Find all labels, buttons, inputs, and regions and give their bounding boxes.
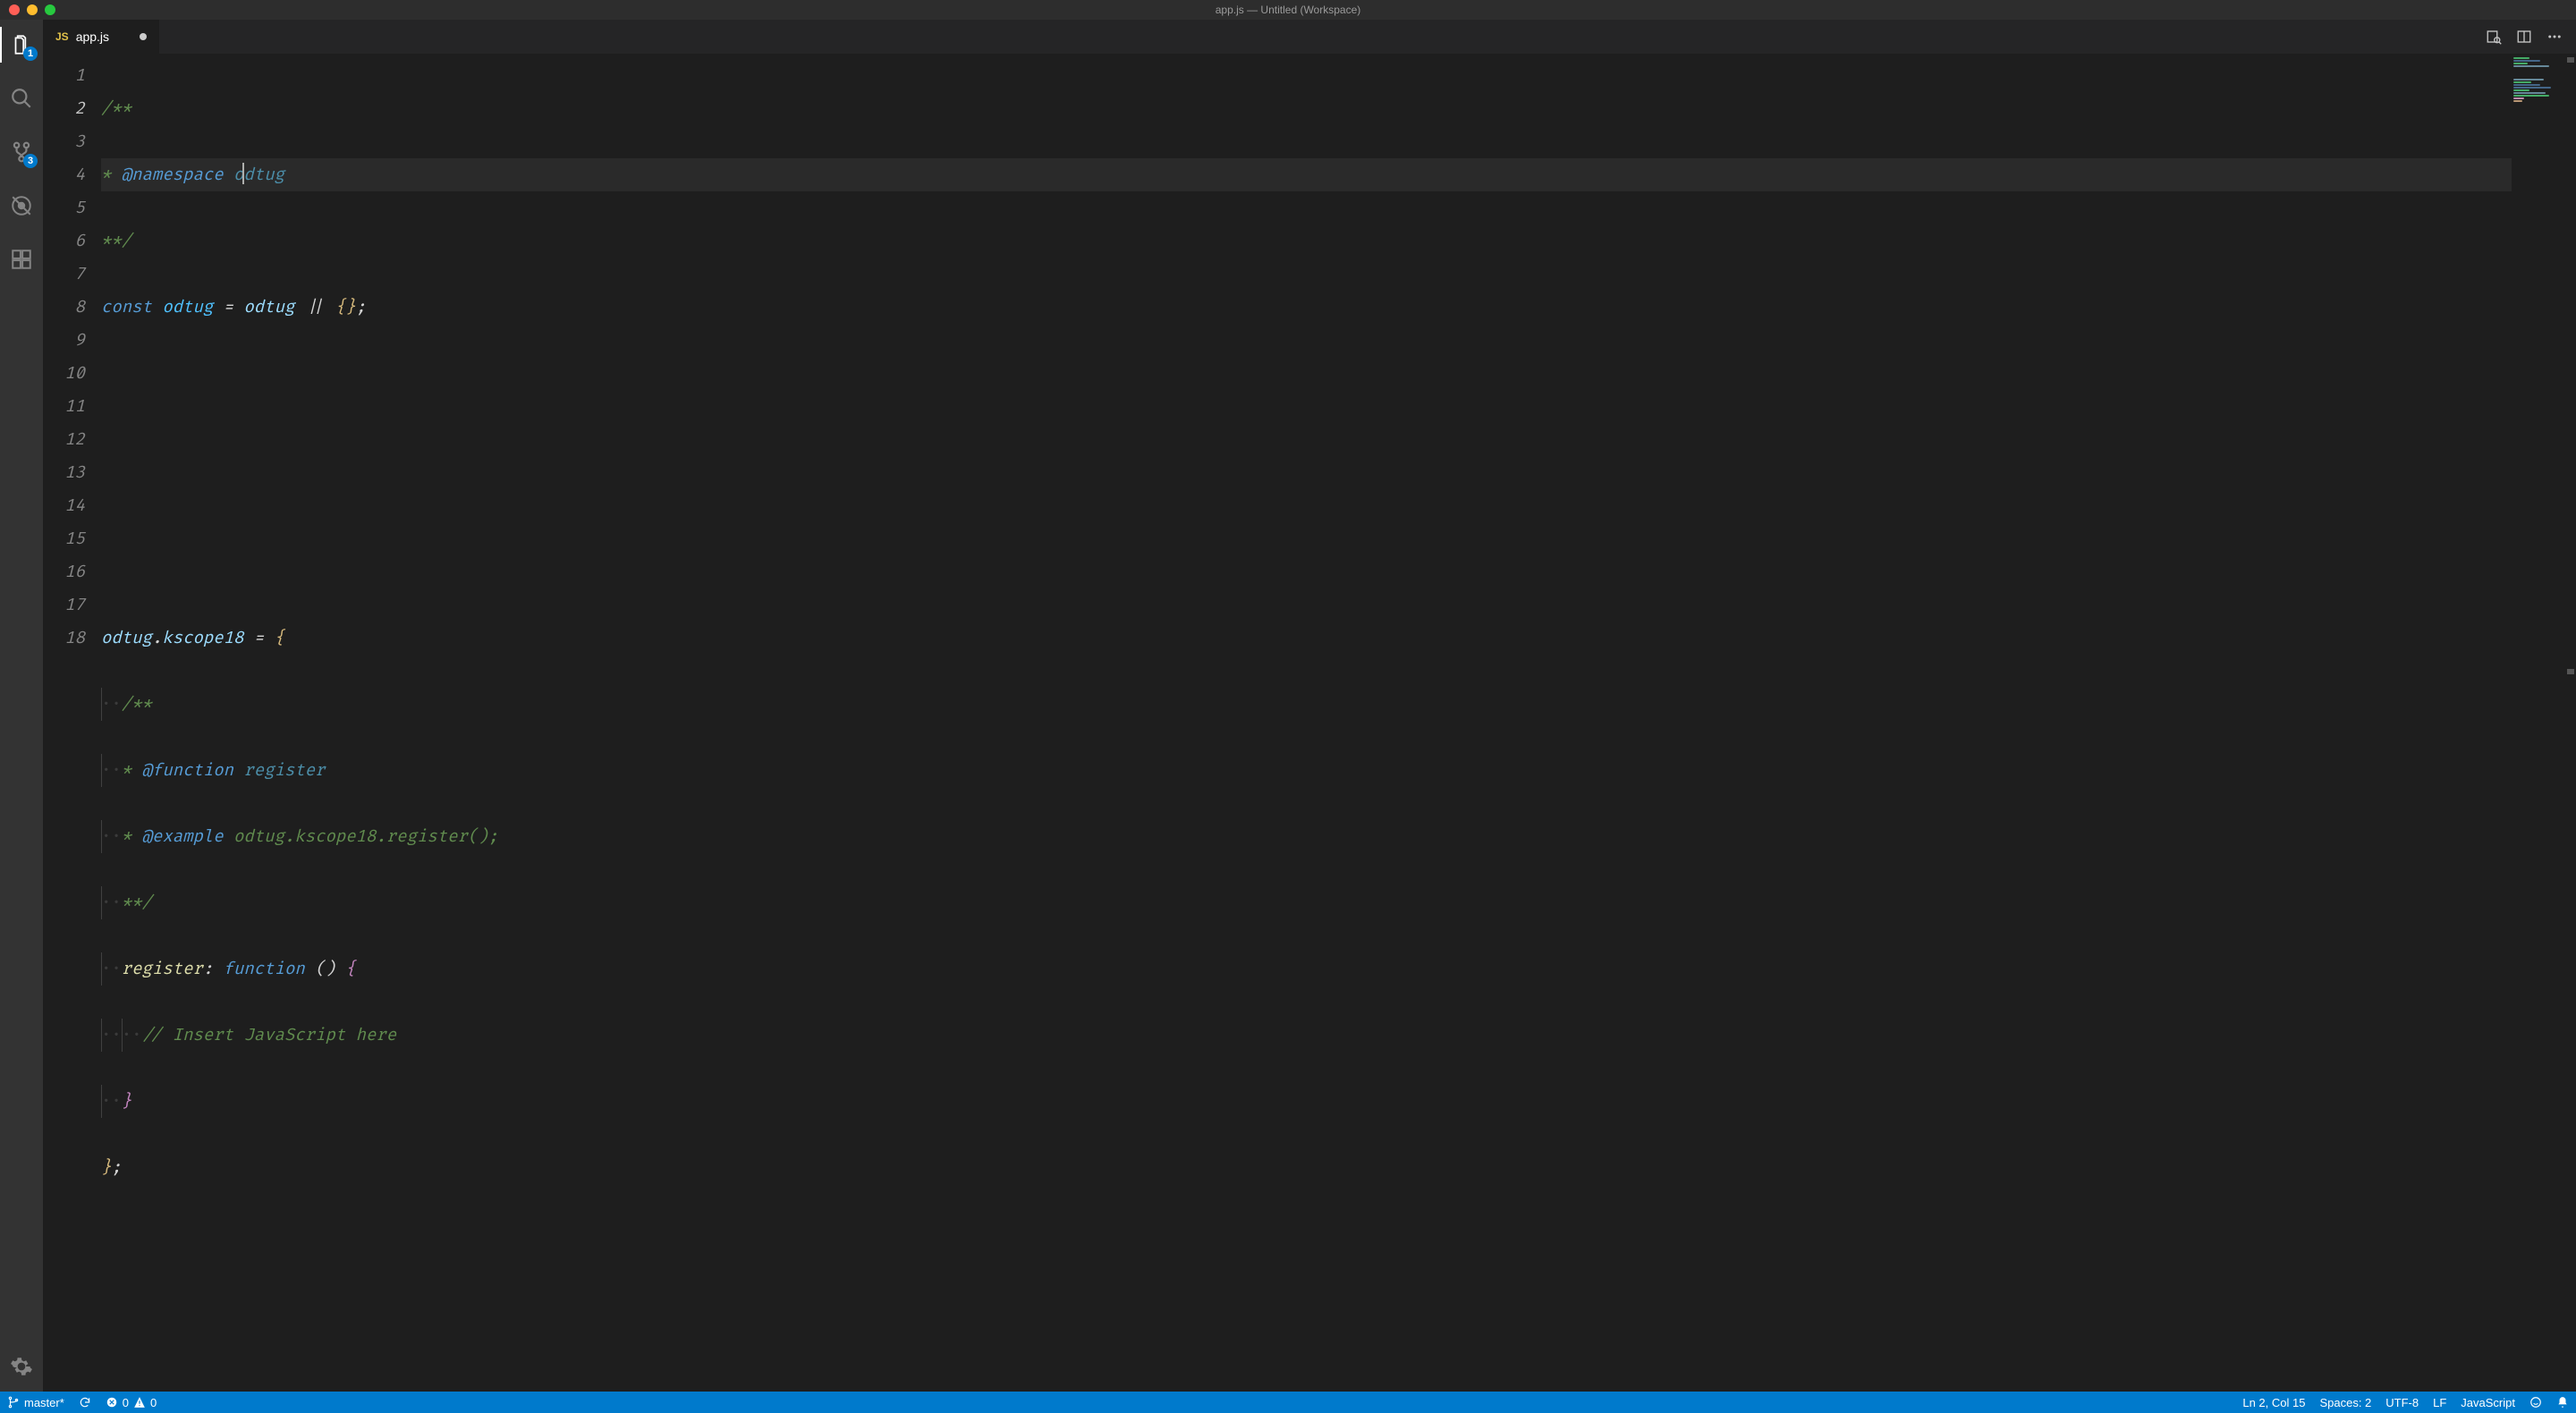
main-area: 1 3 xyxy=(0,20,2576,1392)
debug-icon[interactable] xyxy=(0,188,43,224)
whitespace-guide: ·· xyxy=(101,826,122,847)
code-token: @example xyxy=(142,826,224,847)
indentation-status[interactable]: Spaces: 2 xyxy=(2312,1392,2378,1413)
code-token: register xyxy=(243,760,325,781)
code-token: = xyxy=(224,297,233,317)
whitespace-guide: ·· xyxy=(101,893,122,913)
sync-status[interactable] xyxy=(72,1392,98,1413)
git-branch-status[interactable]: master* xyxy=(0,1392,72,1413)
code-token xyxy=(264,628,274,648)
tab-app-js[interactable]: JS app.js xyxy=(43,20,159,54)
toggle-preview-icon[interactable] xyxy=(2485,28,2503,46)
code-token: () xyxy=(305,959,346,979)
code-token: } xyxy=(101,1157,111,1178)
minimize-window-button[interactable] xyxy=(27,4,38,15)
code-token: @function xyxy=(142,760,233,781)
cursor-position-status[interactable]: Ln 2, Col 15 xyxy=(2235,1392,2312,1413)
code-token xyxy=(224,826,233,847)
error-count: 0 xyxy=(123,1396,129,1409)
eol-status[interactable]: LF xyxy=(2426,1392,2453,1413)
code-token: { xyxy=(345,959,355,979)
code-token: = xyxy=(254,628,264,648)
titlebar: app.js — Untitled (Workspace) xyxy=(0,0,2576,20)
explorer-icon[interactable]: 1 xyxy=(0,27,43,63)
problems-status[interactable]: 0 0 xyxy=(98,1392,164,1413)
code-token: odtug xyxy=(101,628,152,648)
whitespace-guide: ·· xyxy=(101,760,122,781)
code-token: } xyxy=(122,1091,131,1112)
code-token: kscope18 xyxy=(162,628,243,648)
settings-gear-icon[interactable] xyxy=(0,1349,43,1384)
feedback-icon[interactable] xyxy=(2522,1392,2549,1413)
search-icon[interactable] xyxy=(0,80,43,116)
code-token: register xyxy=(122,959,203,979)
code-token: ; xyxy=(111,1157,121,1178)
code-token xyxy=(243,628,253,648)
split-editor-icon[interactable] xyxy=(2515,28,2533,46)
code-token: function xyxy=(224,959,305,979)
line-number-gutter: 1 2 3 4 5 6 7 8 9 10 11 12 13 14 15 16 1… xyxy=(43,54,101,1392)
editor-group: JS app.js xyxy=(43,20,2576,1392)
code-token: /** xyxy=(122,694,152,715)
zoom-window-button[interactable] xyxy=(45,4,55,15)
dirty-indicator-icon xyxy=(140,33,147,40)
whitespace-guide: ·· xyxy=(101,1025,122,1045)
code-token: @namespace xyxy=(122,165,224,185)
code-token: odtug.kscope18.register(); xyxy=(233,826,498,847)
code-token: const xyxy=(101,297,152,317)
tab-bar: JS app.js xyxy=(43,20,2576,54)
tabs-container: JS app.js xyxy=(43,20,159,54)
code-token: // Insert JavaScript here xyxy=(142,1025,397,1045)
whitespace-guide: ·· xyxy=(101,1091,122,1112)
code-token: odtug xyxy=(233,297,305,317)
explorer-badge: 1 xyxy=(23,47,38,61)
code-token: * xyxy=(122,826,142,847)
code-token: { xyxy=(275,628,284,648)
activity-bar: 1 3 xyxy=(0,20,43,1392)
window-controls xyxy=(0,4,55,15)
extensions-icon[interactable] xyxy=(0,241,43,277)
tab-label: app.js xyxy=(76,30,109,44)
notifications-bell-icon[interactable] xyxy=(2549,1392,2576,1413)
window-title: app.js — Untitled (Workspace) xyxy=(1216,4,1361,16)
code-token: odtug xyxy=(152,297,224,317)
code-token: dtug xyxy=(243,165,284,185)
code-token xyxy=(326,297,335,317)
overview-ruler[interactable] xyxy=(2563,54,2576,1392)
code-token: * xyxy=(122,760,142,781)
code-token: o xyxy=(224,165,244,185)
text-cursor xyxy=(242,163,244,184)
encoding-status[interactable]: UTF-8 xyxy=(2378,1392,2426,1413)
minimap[interactable] xyxy=(2512,54,2563,1392)
code-token: : xyxy=(203,959,224,979)
code-token: **/ xyxy=(101,231,131,251)
close-window-button[interactable] xyxy=(9,4,20,15)
warning-count: 0 xyxy=(150,1396,157,1409)
file-type-icon: JS xyxy=(55,30,69,43)
branch-name: master* xyxy=(24,1396,64,1409)
scm-badge: 3 xyxy=(23,154,38,168)
whitespace-guide: ·· xyxy=(101,694,122,715)
whitespace-guide: ·· xyxy=(122,1025,142,1045)
code-content[interactable]: /** * @namespace odtug **/ const odtug =… xyxy=(101,54,2512,1392)
more-actions-icon[interactable] xyxy=(2546,28,2563,46)
code-token xyxy=(233,760,243,781)
code-token: * xyxy=(101,165,122,185)
language-status[interactable]: JavaScript xyxy=(2453,1392,2522,1413)
source-control-icon[interactable]: 3 xyxy=(0,134,43,170)
code-token: {} xyxy=(335,297,356,317)
code-token: **/ xyxy=(122,893,152,913)
text-editor[interactable]: 1 2 3 4 5 6 7 8 9 10 11 12 13 14 15 16 1… xyxy=(43,54,2576,1392)
editor-actions xyxy=(2485,20,2576,54)
code-token: ; xyxy=(356,297,366,317)
code-token: . xyxy=(152,628,162,648)
status-bar: master* 0 0 Ln 2, Col 15 Spaces: 2 UTF-8… xyxy=(0,1392,2576,1413)
whitespace-guide: ·· xyxy=(101,959,122,979)
code-token: /** xyxy=(101,98,131,119)
code-token: || xyxy=(305,297,326,317)
